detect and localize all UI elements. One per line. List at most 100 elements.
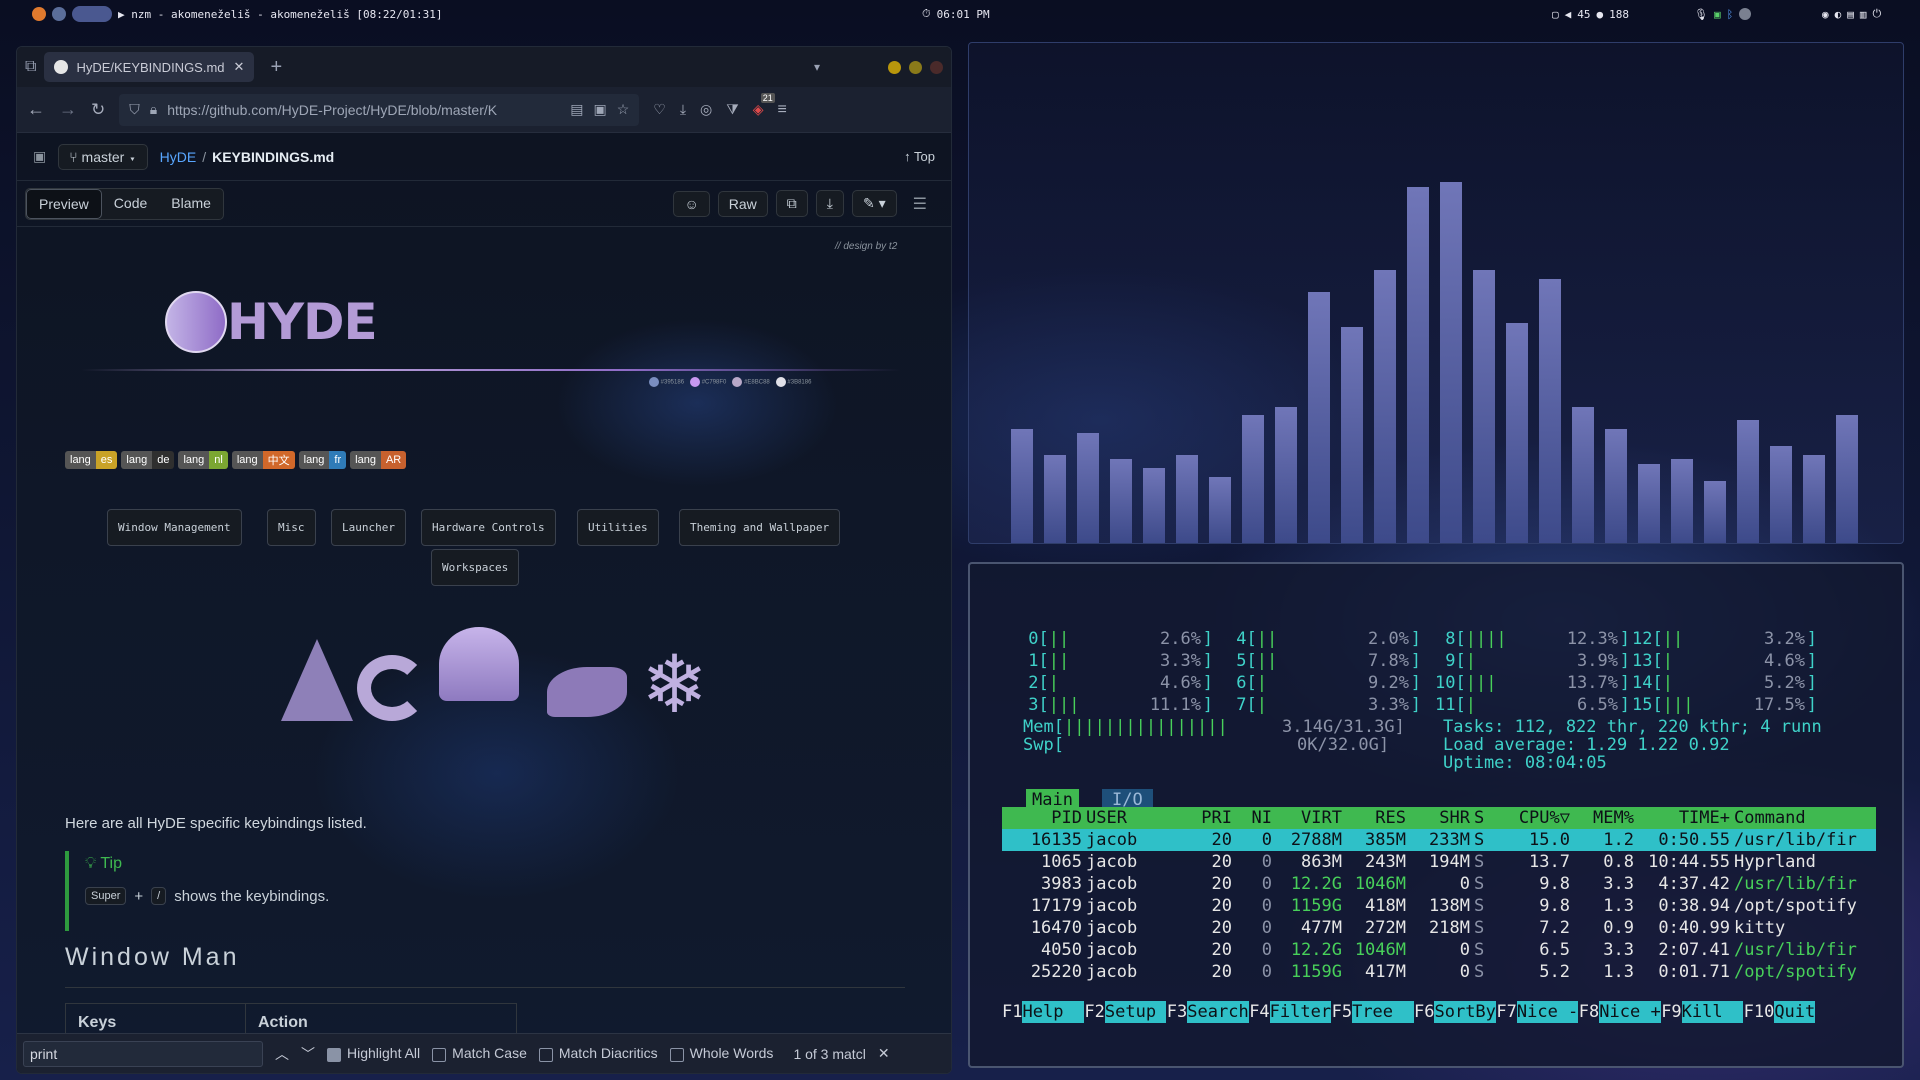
checkbox-icon: [538, 1047, 553, 1062]
find-next-icon[interactable]: ﹀: [301, 1044, 315, 1064]
outline-icon[interactable]: ☰: [913, 194, 927, 214]
microphone-icon[interactable]: 🎙: [1694, 8, 1708, 21]
minimize-icon[interactable]: [888, 60, 901, 74]
keybind-section-link[interactable]: Window Management: [107, 509, 242, 546]
new-tab-icon[interactable]: +: [270, 56, 282, 79]
copilot-icon[interactable]: ☺: [673, 190, 710, 217]
forward-icon[interactable]: →: [59, 99, 77, 120]
power-icon[interactable]: ⏻: [1873, 7, 1882, 21]
file-tree-icon[interactable]: ▣: [33, 148, 46, 165]
find-input[interactable]: print: [23, 1040, 263, 1067]
highlight-all-checkbox[interactable]: Highlight All: [327, 1045, 420, 1062]
top-link[interactable]: ↑ Top: [904, 149, 935, 164]
visualizer-bar: [1209, 477, 1231, 543]
process-row[interactable]: 1065 jacob 20 0 863M 243M 194M S 13.7 0.8 10:44.55…: [1002, 851, 1876, 873]
process-table-header[interactable]: PID USER PRI NI VIRT RES SHR S CPU%▽ MEM% TIME+ Com…: [1002, 807, 1876, 829]
function-key[interactable]: F4 Filter: [1249, 1001, 1332, 1023]
function-key[interactable]: F1 Help: [1002, 1001, 1084, 1023]
function-key[interactable]: F9 Kill: [1661, 1001, 1744, 1023]
network-icon[interactable]: ▣: [1714, 8, 1721, 21]
tray-app-icon[interactable]: [1739, 8, 1752, 20]
copy-icon[interactable]: ⧉: [775, 190, 808, 217]
process-row[interactable]: 16470 jacob 20 0 477M 272M 218M S 7.2 0.9 0:40.99 k…: [1002, 917, 1876, 939]
workspace-pill[interactable]: [72, 6, 112, 22]
clock[interactable]: 06:01 PM: [937, 8, 990, 21]
reader-view-icon[interactable]: ▤: [570, 101, 583, 118]
bluetooth-icon[interactable]: ᛒ: [1727, 8, 1734, 21]
theme-icon[interactable]: ◐: [1835, 8, 1842, 21]
close-find-icon[interactable]: ✕: [878, 1045, 890, 1062]
function-key[interactable]: F6 SortBy: [1414, 1001, 1496, 1023]
swatch-4: #3B8186: [775, 377, 811, 387]
picture-icon[interactable]: ▣: [593, 101, 606, 118]
extensions-icon[interactable]: ⧩: [726, 101, 739, 118]
back-icon[interactable]: ←: [27, 99, 45, 120]
download-raw-icon[interactable]: ⤓: [815, 190, 844, 217]
bookmark-star-icon[interactable]: ☆: [617, 101, 630, 118]
download-icon[interactable]: ⤓: [680, 101, 686, 118]
function-key[interactable]: F5 Tree: [1332, 1001, 1414, 1023]
pocket-icon[interactable]: ♡: [653, 101, 666, 118]
ublock-icon[interactable]: ◈ 21: [753, 93, 775, 118]
tab-preview[interactable]: Preview: [26, 188, 102, 219]
tab-code[interactable]: Code: [102, 189, 159, 219]
account-icon[interactable]: ◎: [700, 101, 712, 118]
shield-icon[interactable]: ⛉: [129, 101, 140, 118]
keybind-section-link[interactable]: Misc: [267, 509, 316, 546]
ublock-badge: 21: [760, 93, 775, 103]
maximize-icon[interactable]: [909, 60, 922, 74]
function-key[interactable]: F7 Nice -: [1496, 1001, 1579, 1023]
keybind-section-link[interactable]: Hardware Controls: [421, 509, 556, 546]
lang-badge[interactable]: lang fr: [298, 451, 347, 469]
match-diacritics-checkbox[interactable]: Match Diacritics: [538, 1045, 658, 1062]
process-row[interactable]: 3983 jacob 20 0 12.2G 1046M 0 S 9.8 3.3 4:37.42/us…: [1002, 873, 1876, 895]
keybind-section-link[interactable]: Utilities: [577, 509, 659, 546]
menu-icon[interactable]: ≡: [778, 101, 787, 119]
lang-badge[interactable]: lang es: [65, 451, 118, 469]
whole-words-checkbox[interactable]: Whole Words: [669, 1045, 773, 1062]
lang-badge[interactable]: lang nl: [178, 451, 228, 469]
firefox-icon[interactable]: [32, 7, 46, 21]
function-key[interactable]: F8 Nice +: [1579, 1001, 1661, 1023]
lock-icon[interactable]: 🔒︎: [150, 101, 157, 118]
reload-icon[interactable]: ↻: [91, 100, 105, 120]
sidebar-toggle-icon[interactable]: ⧉: [25, 58, 36, 76]
process-row[interactable]: 17179 jacob 20 0 1159G 418M 138M S 9.8 1.3 0:38.94…: [1002, 895, 1876, 917]
keybind-section-link[interactable]: Theming and Wallpaper: [679, 509, 841, 546]
repo-link[interactable]: HyDE: [160, 149, 197, 165]
tab-blame[interactable]: Blame: [159, 189, 223, 219]
process-row[interactable]: 25220 jacob 20 0 1159G 417M 0 S 5.2 1.3 0:01.71/op…: [1002, 961, 1876, 983]
keybind-section-link[interactable]: Launcher: [331, 509, 406, 546]
url-bar[interactable]: ⛉ 🔒︎ https://github.com/HyDE-Project/HyD…: [119, 93, 640, 126]
branch-name: master: [81, 148, 125, 165]
lang-badge[interactable]: lang 中文: [231, 451, 295, 469]
keybind-section-link[interactable]: Workspaces: [431, 549, 520, 586]
media-title[interactable]: ▶ nzm - akomeneželiš - akomeneželiš [08:…: [118, 8, 443, 21]
display-icon[interactable]: ▢: [1552, 8, 1559, 21]
app-icon[interactable]: [52, 7, 66, 21]
branch-selector[interactable]: ⑂ master ▾: [58, 143, 148, 170]
url-text[interactable]: https://github.com/HyDE-Project/HyDE/blo…: [167, 102, 497, 118]
lock-icon[interactable]: ▥: [1860, 8, 1867, 21]
close-window-icon[interactable]: [930, 60, 943, 74]
tab-list-chevron-icon[interactable]: ▾: [814, 60, 820, 74]
mic-level-icon[interactable]: ●: [1597, 8, 1604, 21]
hyde-logo: HYDE: [165, 291, 378, 361]
edit-icon[interactable]: ✎ ▾: [852, 190, 897, 217]
function-key[interactable]: F10 Quit: [1744, 1001, 1816, 1023]
raw-button[interactable]: Raw: [717, 190, 768, 217]
volume-icon[interactable]: ◀: [1565, 8, 1572, 21]
find-previous-icon[interactable]: ︿: [275, 1044, 289, 1064]
wallpaper-icon[interactable]: ▤: [1847, 8, 1854, 21]
tab-github[interactable]: HyDE/KEYBINDINGS.md at ✕: [44, 52, 255, 82]
notification-icon[interactable]: ◉: [1822, 8, 1829, 21]
function-key[interactable]: F2 Setup: [1084, 1001, 1167, 1023]
lang-badge[interactable]: lang de: [121, 451, 175, 469]
match-case-checkbox[interactable]: Match Case: [432, 1045, 527, 1062]
lang-badge[interactable]: lang AR: [350, 451, 407, 469]
cpu-meter: 9[| 3.9%]: [1435, 651, 1630, 671]
close-tab-icon[interactable]: ✕: [234, 59, 245, 75]
function-key[interactable]: F3 Search: [1167, 1001, 1249, 1023]
process-row[interactable]: 4050 jacob 20 0 12.2G 1046M 0 S 6.5 3.3 2:07.41/us…: [1002, 939, 1876, 961]
process-row[interactable]: 16135 jacob 20 0 2788M 385M 233M S 15.0 1.2 0:50.5…: [1002, 829, 1876, 851]
